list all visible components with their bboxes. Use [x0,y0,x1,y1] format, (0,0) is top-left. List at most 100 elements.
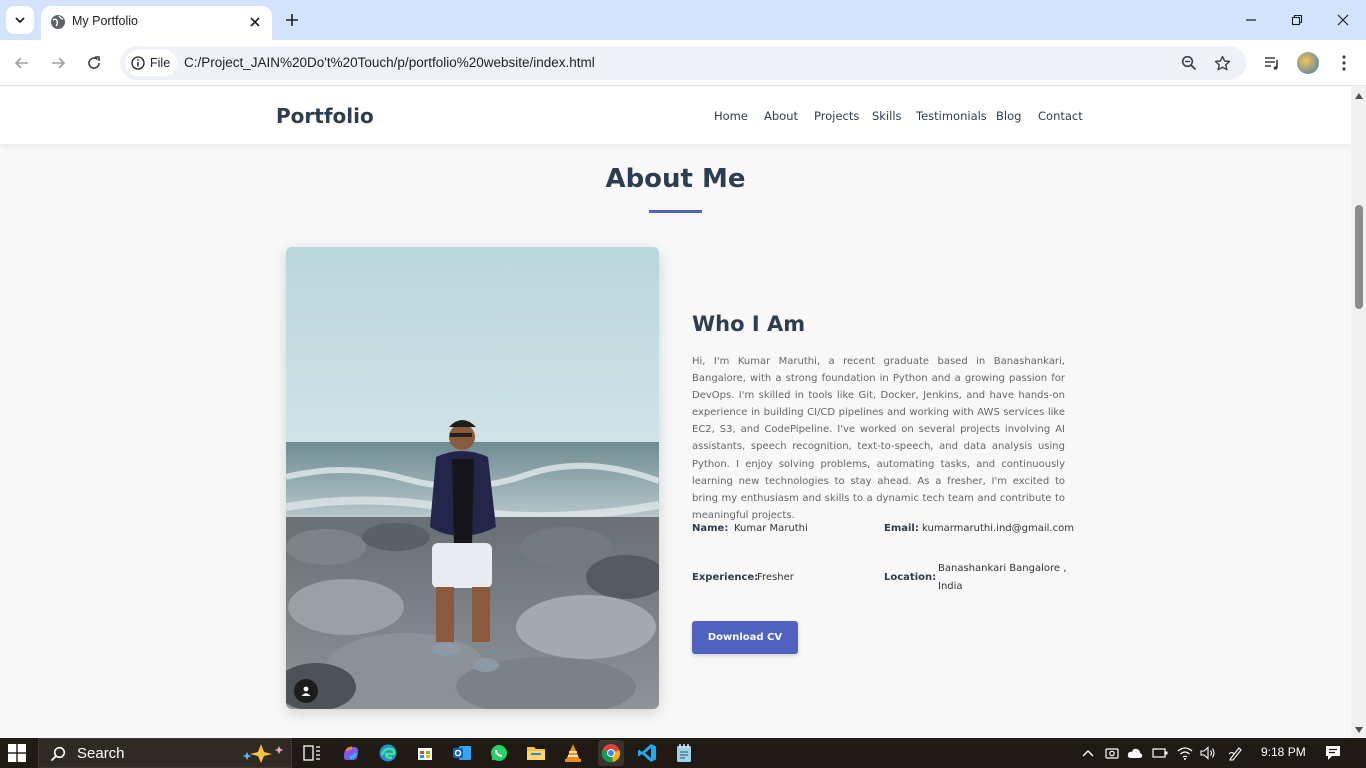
show-hidden-icons-button[interactable] [1080,745,1096,761]
outlook-app[interactable] [450,741,474,765]
experience-label: Experience: [692,572,759,583]
triangle-up-icon [1354,92,1363,99]
vlc-app[interactable] [561,741,585,765]
zoom-out-icon [1181,55,1197,71]
onedrive-tray[interactable] [1127,745,1143,761]
section-title: About Me [605,164,746,194]
task-view-button[interactable] [300,741,324,765]
taskbar-clock[interactable]: 9:18 PM [1261,745,1306,759]
browser-toolbar: File C:/Project_JAIN%20Do't%20Touch/p/po… [0,40,1366,86]
scroll-down-arrow[interactable] [1354,725,1363,734]
battery-tray[interactable] [1152,745,1168,761]
nav-home[interactable]: Home [714,109,748,123]
cloud-icon [1127,748,1143,758]
arrow-right-icon [52,57,66,69]
site-logo[interactable]: Portfolio [276,104,374,128]
browser-menu-button[interactable] [1332,51,1356,75]
volume-tray[interactable] [1200,745,1216,761]
taskbar-search[interactable]: Search [38,738,292,768]
profile-photo-illustration [286,247,659,709]
camera-icon [1105,748,1119,759]
new-tab-button[interactable] [281,9,303,31]
zoom-button[interactable] [1178,52,1200,74]
wifi-tray[interactable] [1177,745,1193,761]
photo-user-badge[interactable] [294,679,318,703]
battery-icon [1152,748,1168,758]
arrow-left-icon [14,57,28,69]
profile-photo [286,247,659,709]
meet-now-tray[interactable] [1104,745,1120,761]
site-header: Portfolio Home About Projects Skills Tes… [0,87,1351,144]
close-icon [250,17,260,27]
url-text[interactable]: C:/Project_JAIN%20Do't%20Touch/p/portfol… [184,55,595,70]
chrome-app[interactable] [598,740,624,766]
vscode-app[interactable] [635,741,659,765]
profile-avatar[interactable] [1297,52,1319,74]
restore-icon [1291,14,1303,26]
folder-icon [527,747,545,760]
tab-close-button[interactable] [246,13,264,31]
speaker-icon [1200,746,1215,760]
back-button[interactable] [8,49,36,77]
who-i-am-heading: Who I Am [692,312,806,336]
download-cv-button[interactable]: Download CV [692,621,798,654]
file-explorer-app[interactable] [524,741,548,765]
title-underline [649,210,702,213]
edge-app[interactable] [376,741,400,765]
media-control-button[interactable] [1260,51,1284,75]
forward-button[interactable] [44,49,72,77]
email-label: Email: [884,523,919,534]
nav-blog[interactable]: Blog [996,109,1021,123]
vscode-icon [638,744,656,762]
nav-about[interactable]: About [764,109,798,123]
outlook-icon [453,746,471,760]
triangle-down-icon [1354,726,1363,733]
store-icon [418,748,432,760]
page-viewport: Portfolio Home About Projects Skills Tes… [0,87,1351,738]
nav-testimonials[interactable]: Testimonials [916,109,987,123]
info-icon [131,56,145,70]
site-info-chip[interactable]: File [125,50,177,76]
chevron-down-icon [15,17,25,24]
sparkle-icon [242,744,284,763]
name-label: Name: [692,523,729,534]
nav-skills[interactable]: Skills [872,109,902,123]
copilot-icon [343,746,359,760]
page-scrollbar[interactable] [1351,87,1366,738]
browser-tab[interactable]: My Portfolio [41,6,272,40]
location-value-line2: India [938,581,963,592]
playlist-icon [1265,57,1278,70]
bookmark-button[interactable] [1211,52,1233,74]
star-icon [1214,55,1230,70]
tab-search-button[interactable] [6,6,34,34]
bio-paragraph: Hi, I'm Kumar Maruthi, a recent graduate… [692,356,1065,521]
chevron-up-icon [1082,750,1094,757]
location-label: Location: [884,572,937,583]
notification-icon [1326,746,1340,760]
nav-projects[interactable]: Projects [814,109,859,123]
restore-button[interactable] [1282,5,1312,35]
copilot-app[interactable] [339,741,363,765]
user-icon [301,686,311,696]
task-view-icon [303,745,320,761]
scroll-thumb[interactable] [1355,205,1363,309]
close-window-button[interactable] [1328,5,1358,35]
notifications-button[interactable] [1325,745,1341,761]
globe-icon [51,15,65,29]
whatsapp-app[interactable] [487,741,511,765]
scroll-up-arrow[interactable] [1354,91,1363,100]
pen-icon [1228,747,1242,761]
reload-button[interactable] [80,49,108,77]
nav-contact[interactable]: Contact [1038,109,1083,123]
notepad-app[interactable] [672,741,696,765]
chip-label: File [150,56,171,70]
store-app[interactable] [413,741,437,765]
windows-start-icon[interactable] [8,744,26,762]
experience-value: Fresher [757,572,794,583]
address-bar[interactable]: File C:/Project_JAIN%20Do't%20Touch/p/po… [120,46,1246,80]
minimize-button[interactable] [1236,5,1266,35]
close-icon [1337,14,1349,26]
location-value-line1: Banashankari Bangalore , [938,563,1067,574]
pen-tray[interactable] [1228,745,1244,761]
minimize-icon [1246,19,1256,21]
